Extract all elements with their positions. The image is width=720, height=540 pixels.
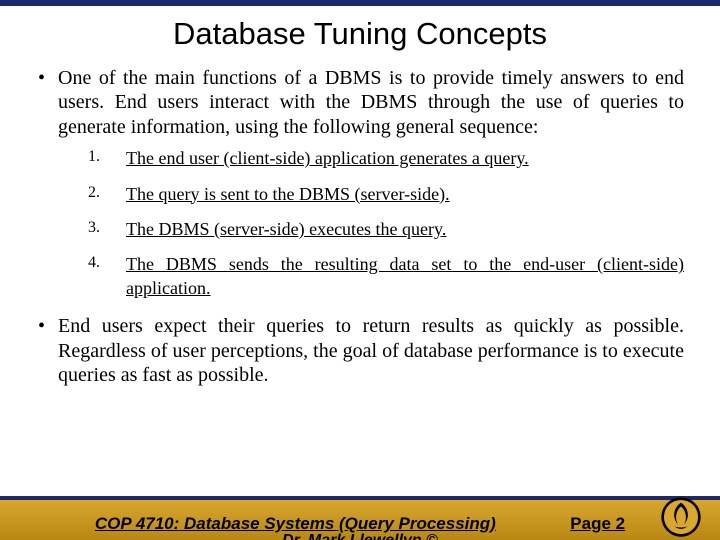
footer-author: Dr. Mark Llewellyn © [0, 532, 720, 540]
numbered-list: The end user (client-side) application g… [88, 147, 684, 300]
step-text: The query is sent to the DBMS (server-si… [126, 184, 450, 204]
step-text: The DBMS sends the resulting data set to… [126, 254, 684, 297]
footer-text: COP 4710: Database Systems (Query Proces… [0, 514, 720, 534]
bullet-text: End users expect their queries to return… [58, 315, 684, 386]
bullet-item: End users expect their queries to return… [36, 314, 684, 387]
slide: Database Tuning Concepts One of the main… [0, 0, 720, 540]
footer-page: Page 2 [570, 514, 625, 533]
step-item: The query is sent to the DBMS (server-si… [88, 183, 684, 206]
step-item: The DBMS (server-side) executes the quer… [88, 218, 684, 241]
ucf-logo-icon [660, 496, 702, 538]
bullet-text: One of the main functions of a DBMS is t… [58, 67, 684, 138]
top-bar [0, 0, 720, 6]
step-text: The DBMS (server-side) executes the quer… [126, 219, 446, 239]
step-item: The DBMS sends the resulting data set to… [88, 253, 684, 300]
step-item: The end user (client-side) application g… [88, 147, 684, 170]
slide-title: Database Tuning Concepts [0, 16, 720, 52]
bullet-item: One of the main functions of a DBMS is t… [36, 66, 684, 300]
content-area: One of the main functions of a DBMS is t… [0, 66, 720, 387]
step-text: The end user (client-side) application g… [126, 148, 529, 168]
footer-course: COP 4710: Database Systems (Query Proces… [95, 514, 496, 533]
bullet-list: One of the main functions of a DBMS is t… [36, 66, 684, 387]
